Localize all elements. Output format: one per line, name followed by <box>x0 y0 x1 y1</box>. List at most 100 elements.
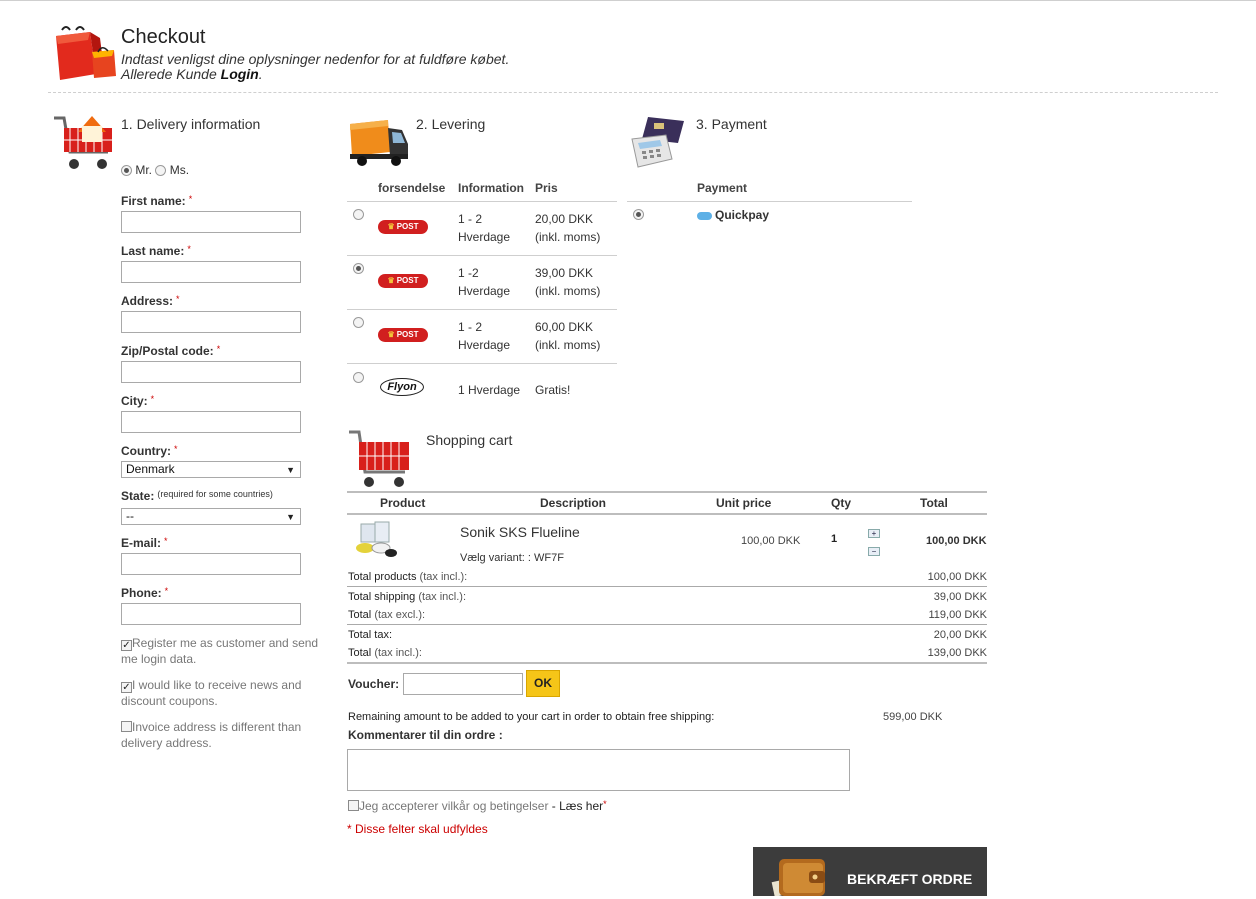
required-marker: * <box>187 244 191 254</box>
ms-label: Ms. <box>169 163 190 177</box>
shipping-price-note: (inkl. moms) <box>535 338 601 352</box>
email-label: E-mail: * <box>121 536 168 550</box>
total-incl-label-text: Total <box>348 647 372 659</box>
quickpay-radio[interactable] <box>633 209 644 221</box>
post-logo-text: POST <box>396 330 419 339</box>
comment-label: Kommentarer til din ordre : <box>348 728 503 742</box>
required-marker: * <box>164 536 168 546</box>
phone-label-text: Phone: <box>121 586 162 600</box>
totals-rule <box>347 624 987 625</box>
shipping-info: 1 Hverdage <box>458 383 521 397</box>
state-select[interactable]: -- ▼ <box>121 508 301 525</box>
required-marker: * <box>603 799 607 809</box>
total-shipping-note: (tax incl.): <box>418 591 467 603</box>
flyon-logo: Flyon <box>380 378 424 396</box>
cart-header-total: Total <box>920 496 948 510</box>
voucher-ok-button[interactable]: OK <box>526 670 560 697</box>
terms-link[interactable]: - Læs her <box>548 799 603 813</box>
country-value: Denmark <box>126 462 175 476</box>
required-marker: * <box>164 586 169 596</box>
product-name[interactable]: Sonik SKS Flueline <box>460 524 580 540</box>
qty-minus-button[interactable]: − <box>868 547 880 556</box>
totals-bottom-rule <box>347 662 987 664</box>
shipping-option-radio[interactable] <box>353 317 364 329</box>
address-label: Address: * <box>121 294 180 308</box>
page-subtitle: Indtast venligst dine oplysninger nedenf… <box>121 52 509 82</box>
returning-customer-line: Allerede Kunde Login. <box>121 67 509 82</box>
zip-input[interactable] <box>121 361 301 383</box>
shipping-option-radio[interactable] <box>353 209 364 221</box>
shipping-option-row[interactable]: ♛ POST 1 -2 Hverdage 39,00 DKK (inkl. moms) <box>347 256 617 309</box>
totals-rule <box>347 586 987 587</box>
last-name-label: Last name: * <box>121 244 191 258</box>
invoice-label: Invoice address is different than delive… <box>121 720 302 750</box>
shipping-option-row[interactable]: ♛ POST 1 - 2 Hverdage 20,00 DKK (inkl. moms… <box>347 202 617 255</box>
shipping-header-price: Pris <box>535 181 558 195</box>
header-divider <box>48 92 1218 93</box>
shipping-option-row[interactable]: Flyon 1 Hverdage Gratis! <box>347 364 617 410</box>
terms-checkbox[interactable] <box>348 800 359 811</box>
invoice-checkbox[interactable] <box>121 721 132 732</box>
confirm-order-button[interactable]: BEKRÆFT ORDRE <box>753 847 987 897</box>
news-checkbox[interactable]: ✓ <box>121 682 132 693</box>
first-name-input[interactable] <box>121 211 301 233</box>
shipping-info: 1 - 2 Hverdage <box>458 210 510 246</box>
voucher-input[interactable] <box>403 673 523 695</box>
post-logo-text: POST <box>396 276 419 285</box>
dropdown-arrow-icon: ▼ <box>286 465 295 475</box>
login-link[interactable]: Login <box>221 66 259 82</box>
product-unit-price: 100,00 DKK <box>741 535 801 547</box>
total-products-note: (tax incl.): <box>419 571 468 583</box>
shipping-price: 60,00 DKK (inkl. moms) <box>535 318 600 354</box>
city-input[interactable] <box>121 411 301 433</box>
required-marker: * <box>150 394 155 404</box>
state-label-text: State: <box>121 489 155 503</box>
city-label-text: City: <box>121 394 148 408</box>
cart-header-unit-price: Unit price <box>716 496 772 510</box>
total-shipping-label: Total shipping (tax incl.): <box>348 591 466 603</box>
confirm-order-label: BEKRÆFT ORDRE <box>847 871 973 887</box>
required-marker: * <box>174 444 178 454</box>
terms-option: Jeg accepterer vilkår og betingelser - L… <box>348 799 607 813</box>
last-name-input[interactable] <box>121 261 301 283</box>
page-title: Checkout <box>121 26 206 48</box>
payment-header: Payment <box>697 181 748 195</box>
total-excl-label: Total (tax excl.): <box>348 609 425 621</box>
product-qty: 1 <box>831 533 838 545</box>
subtitle-text: Indtast venligst dine oplysninger nedenf… <box>121 51 510 67</box>
quickpay-option[interactable]: Quickpay <box>697 208 769 222</box>
qty-plus-button[interactable]: + <box>868 529 880 538</box>
register-checkbox[interactable]: ✓ <box>121 640 132 651</box>
zip-label: Zip/Postal code: * <box>121 344 220 358</box>
shipping-option-row[interactable]: ♛ POST 1 - 2 Hverdage 60,00 DKK (inkl. moms… <box>347 310 617 363</box>
crown-icon: ♛ <box>387 222 395 231</box>
quickpay-label: Quickpay <box>715 208 770 222</box>
dropdown-arrow-icon: ▼ <box>286 512 295 522</box>
product-image <box>353 520 399 560</box>
zip-label-text: Zip/Postal code: <box>121 344 214 358</box>
ms-radio[interactable] <box>155 165 167 177</box>
phone-input[interactable] <box>121 603 301 625</box>
email-input[interactable] <box>121 553 301 575</box>
shipping-option-radio[interactable] <box>353 372 364 384</box>
total-products-value: 100,00 DKK <box>927 571 987 583</box>
voucher-label: Voucher: <box>348 677 400 691</box>
shipping-header-method: forsendelse <box>378 181 446 195</box>
shipping-price-amount: 60,00 DKK <box>535 320 594 334</box>
shipping-option-radio[interactable] <box>353 263 364 275</box>
total-excl-label-text: Total <box>348 609 372 621</box>
country-select[interactable]: Denmark ▼ <box>121 461 301 478</box>
total-incl-label: Total (tax incl.): <box>348 647 422 659</box>
address-input[interactable] <box>121 311 301 333</box>
shipping-price-amount: 20,00 DKK <box>535 212 594 226</box>
checkout-bags-icon <box>52 24 116 82</box>
shipping-price-note: (inkl. moms) <box>535 284 601 298</box>
total-tax-label: Total tax: <box>348 629 393 641</box>
terms-label: Jeg accepterer vilkår og betingelser <box>359 799 549 813</box>
mr-radio[interactable] <box>121 165 132 177</box>
shopping-cart-icon <box>347 428 413 490</box>
salutation-group: Mr. Ms. <box>121 163 189 177</box>
last-name-label-text: Last name: <box>121 244 185 258</box>
comment-textarea[interactable] <box>347 749 850 791</box>
cart-header-product: Product <box>380 496 426 510</box>
